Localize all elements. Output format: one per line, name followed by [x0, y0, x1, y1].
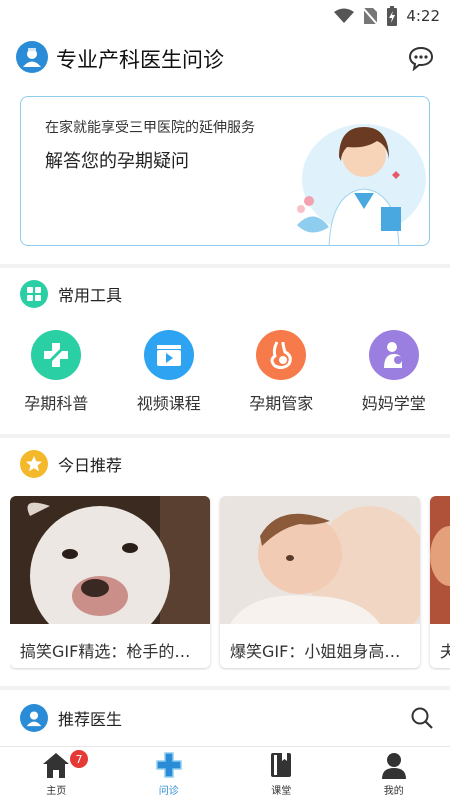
recommend-card[interactable]: 爆笑GIF：小姐姐身高…: [220, 496, 420, 668]
tool-pregnancy-manager[interactable]: 孕期管家: [225, 330, 338, 414]
user-icon: [381, 753, 406, 779]
tool-label: 孕期科普: [24, 394, 89, 413]
tool-mother-school[interactable]: 妈妈学堂: [338, 330, 450, 414]
tools-section: 常用工具 孕期科普 视频课程 孕期管家 妈妈学堂: [0, 268, 450, 434]
card-title: 爆笑GIF：小姐姐身高…: [230, 642, 401, 661]
app-header: 专业产科医生问诊: [0, 32, 450, 84]
partial-photo: [430, 496, 450, 624]
recommend-section: 今日推荐 搞笑GIF精选：枪手的… 爆笑GIF：小姐姐身高… 夫: [0, 438, 450, 686]
bottom-tab-bar: 7 主页 问诊 课堂 我的: [0, 746, 450, 800]
chat-bubble-icon[interactable]: [408, 45, 434, 71]
tab-classroom[interactable]: 课堂: [225, 747, 338, 800]
status-bar: 4:22: [0, 0, 450, 32]
doctors-section-title: 推荐医生: [58, 710, 123, 729]
baby-photo: [220, 496, 420, 646]
tab-profile[interactable]: 我的: [338, 747, 450, 800]
tab-label: 主页: [46, 786, 67, 797]
card-title: 夫: [440, 642, 450, 661]
banner-subtitle: 在家就能享受三甲医院的延伸服务: [45, 120, 255, 136]
recommend-card[interactable]: 搞笑GIF精选：枪手的…: [10, 496, 210, 668]
tab-consult[interactable]: 问诊: [113, 747, 226, 800]
doctor-avatar-icon: [20, 704, 48, 732]
tab-home[interactable]: 7 主页: [0, 747, 113, 800]
cross-plus-icon: [31, 330, 82, 380]
banner-headline: 解答您的孕期疑问: [45, 151, 189, 172]
dog-photo: [10, 496, 210, 646]
wifi-icon: [334, 8, 355, 23]
tab-label: 我的: [383, 786, 404, 797]
pregnant-belly-icon: [256, 330, 307, 380]
recommend-card[interactable]: 夫: [430, 496, 450, 668]
tab-label: 问诊: [158, 786, 179, 797]
no-sim-icon: [362, 7, 379, 25]
recommend-section-title: 今日推荐: [58, 456, 123, 475]
status-time: 4:22: [406, 7, 440, 25]
tab-label: 课堂: [271, 786, 292, 797]
card-title: 搞笑GIF精选：枪手的…: [20, 642, 191, 661]
tools-section-title: 常用工具: [58, 286, 123, 305]
doctor-avatar-icon: [16, 41, 48, 73]
banner-section: 在家就能享受三甲医院的延伸服务 解答您的孕期疑问: [0, 84, 450, 264]
star-icon: [20, 450, 48, 478]
tool-pregnancy-science[interactable]: 孕期科普: [0, 330, 113, 414]
service-banner[interactable]: 在家就能享受三甲医院的延伸服务 解答您的孕期疑问: [20, 96, 430, 246]
notification-badge: 7: [70, 750, 88, 768]
video-clapper-icon: [143, 330, 194, 380]
tool-row: 孕期科普 视频课程 孕期管家 妈妈学堂: [0, 330, 450, 414]
medical-cross-icon: [156, 752, 182, 778]
doctor-illustration-icon: [297, 124, 426, 245]
page-title: 专业产科医生问诊: [56, 48, 224, 72]
home-icon: [43, 753, 70, 778]
tool-label: 孕期管家: [249, 394, 314, 413]
battery-charging-icon: [387, 6, 398, 26]
tool-label: 妈妈学堂: [361, 394, 426, 413]
doctors-section: 推荐医生: [0, 690, 450, 746]
mother-baby-icon: [368, 330, 419, 380]
tool-video-course[interactable]: 视频课程: [113, 330, 226, 414]
recommend-card-list[interactable]: 搞笑GIF精选：枪手的… 爆笑GIF：小姐姐身高… 夫: [10, 496, 450, 670]
book-icon: [271, 753, 292, 777]
grid-apps-icon: [20, 280, 48, 308]
tool-label: 视频课程: [136, 394, 201, 413]
search-icon[interactable]: [410, 706, 434, 730]
